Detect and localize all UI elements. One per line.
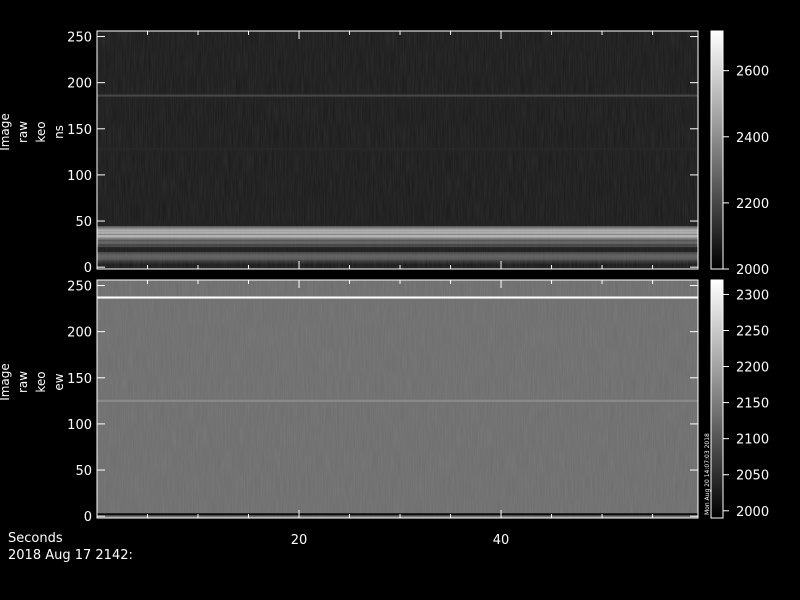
bottom-band-2 [97, 513, 698, 516]
bottom-timestamp-annotation: Mon Aug 20 14:07:03 2018 [704, 433, 711, 515]
bottom-ylabel-word-3: ew [52, 373, 66, 390]
top-ytick-label-50: 50 [75, 215, 92, 230]
top-ylabel-word-0: Image [0, 113, 12, 151]
top-colorbar [711, 31, 723, 269]
bottom-heatmap-noise [97, 280, 698, 518]
bottom-ylabel-word-2: keo [34, 371, 48, 392]
top-colorbar-label-2600: 2600 [736, 65, 769, 80]
bottom-colorbar-label-2050: 2050 [736, 469, 769, 484]
bottom-colorbar-label-2300: 2300 [736, 288, 769, 303]
bottom-ylabel: Image raw keo ew [0, 363, 66, 401]
bottom-ytick-label-150: 150 [67, 372, 92, 387]
bottom-colorbar-label-2000: 2000 [736, 505, 769, 520]
bottom-ytick-label-250: 250 [67, 280, 92, 295]
bottom-colorbar-label-2150: 2150 [736, 397, 769, 412]
top-ytick-label-250: 250 [67, 31, 92, 46]
bottom-colorbar-label-2250: 2250 [736, 324, 769, 339]
top-keogram-panel: 0 50 100 150 200 250 Image raw keo ns 2000 2200 2400… [0, 30, 769, 278]
bottom-ytick-label-200: 200 [67, 326, 92, 341]
x-axis-title: Seconds [8, 531, 63, 546]
bottom-keogram-panel: 0 50 100 150 200 250 20 40 Image raw keo ew 2000 2050… [0, 279, 769, 548]
top-band-3 [97, 231, 698, 240]
top-colorbar-label-2400: 2400 [736, 131, 769, 146]
top-ytick-label-200: 200 [67, 77, 92, 92]
top-ytick-label-0: 0 [84, 261, 92, 276]
date-label: 2018 Aug 17 2142: [8, 548, 133, 563]
bottom-band-0 [97, 296, 698, 299]
bottom-ytick-label-0: 0 [84, 510, 92, 525]
bottom-ytick-label-100: 100 [67, 418, 92, 433]
xtick-label-20: 20 [291, 533, 308, 548]
bottom-colorbar-label-2100: 2100 [736, 433, 769, 448]
top-ytick-label-150: 150 [67, 123, 92, 138]
top-ylabel: Image raw keo ns [0, 113, 66, 151]
bottom-ylabel-word-1: raw [16, 371, 30, 393]
bottom-ylabel-word-0: Image [0, 363, 12, 401]
top-band-0 [97, 94, 698, 97]
top-ytick-label-100: 100 [67, 169, 92, 184]
bottom-ytick-label-50: 50 [75, 464, 92, 479]
bottom-colorbar-label-2200: 2200 [736, 361, 769, 376]
top-ylabel-word-1: raw [16, 121, 30, 143]
top-ylabel-word-2: keo [34, 121, 48, 142]
bottom-colorbar [711, 280, 723, 518]
xtick-label-40: 40 [493, 533, 510, 548]
chart-canvas: 050100150200250Image raw keo ns200022002400… [0, 30, 769, 548]
top-band-1 [97, 148, 698, 151]
bottom-band-1 [97, 399, 698, 402]
top-colorbar-label-2200: 2200 [736, 197, 769, 212]
top-colorbar-label-2000: 2000 [736, 263, 769, 278]
top-band-5 [97, 252, 698, 261]
top-ylabel-word-3: ns [52, 125, 66, 139]
top-band-4 [97, 239, 698, 248]
